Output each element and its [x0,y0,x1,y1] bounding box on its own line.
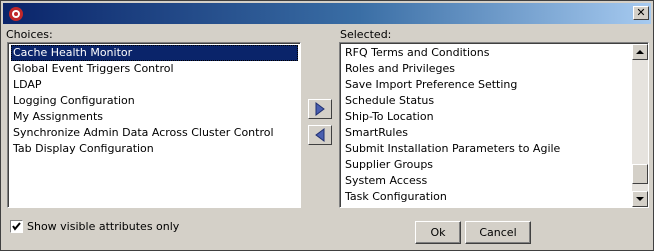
selected-item[interactable]: Roles and Privileges [343,61,455,77]
selected-item[interactable]: Save Import Preference Setting [343,77,517,93]
choices-item[interactable]: Logging Configuration [11,93,135,109]
show-visible-checkbox[interactable] [10,220,23,233]
choices-item[interactable]: Tab Display Configuration [11,141,154,157]
choices-list-inner: Cache Health Monitor Global Event Trigge… [8,43,300,207]
selected-item[interactable]: Task Configuration [343,189,447,205]
choices-item[interactable]: My Assignments [11,109,103,125]
close-button[interactable]: ✕ [633,6,649,20]
selected-item[interactable]: SmartRules [343,125,408,141]
choices-label: Choices: [6,28,53,41]
cancel-button[interactable]: Cancel [465,221,531,244]
arrow-up-icon [636,50,644,54]
show-visible-label[interactable]: Show visible attributes only [27,220,179,233]
selected-scrollbar[interactable] [632,44,648,207]
arrow-down-icon [636,197,644,201]
selected-item[interactable]: Submit Installation Parameters to Agile [343,141,560,157]
scroll-down-button[interactable] [632,191,648,207]
choices-item[interactable]: Synchronize Admin Data Across Cluster Co… [11,125,274,141]
close-icon: ✕ [636,6,646,19]
choices-item[interactable]: Global Event Triggers Control [11,61,174,77]
choices-item[interactable]: LDAP [11,77,42,93]
selected-list-inner: RFQ Terms and Conditions Roles and Privi… [340,43,648,207]
ok-button[interactable]: Ok [415,221,461,244]
dialog-window: ✕ Choices: Selected: Cache Health Monito… [0,0,654,251]
checkmark-icon [12,222,21,231]
choices-list[interactable]: Cache Health Monitor Global Event Trigge… [7,42,301,208]
selected-list[interactable]: RFQ Terms and Conditions Roles and Privi… [339,42,649,208]
selected-item[interactable]: Ship-To Location [343,109,434,125]
arrow-left-icon [315,128,325,142]
remove-from-selected-button[interactable] [308,125,332,145]
selected-item[interactable]: System Access [343,173,427,189]
add-to-selected-button[interactable] [308,99,332,119]
scroll-up-button[interactable] [632,44,648,60]
arrow-right-icon [315,102,325,116]
choices-item[interactable]: Cache Health Monitor [11,45,298,61]
selected-label: Selected: [340,28,392,41]
selected-item[interactable]: Supplier Groups [343,157,433,173]
selected-item[interactable]: RFQ Terms and Conditions [343,45,489,61]
scroll-thumb[interactable] [632,164,648,185]
title-bar[interactable]: ✕ [3,3,651,24]
selected-item[interactable]: Schedule Status [343,93,434,109]
app-logo-icon [9,7,23,21]
